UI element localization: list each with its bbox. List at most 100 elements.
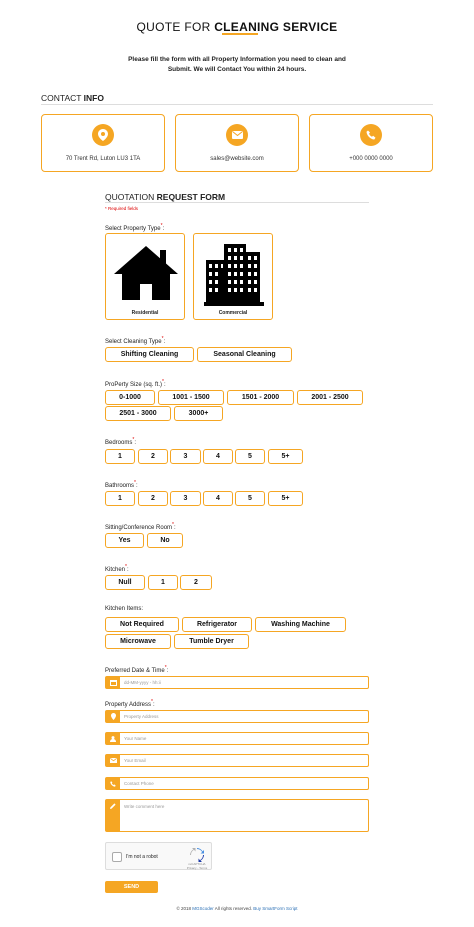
- contact-card-email: sales@website.com: [175, 114, 299, 172]
- bedrooms-label-text: Bedrooms: [105, 440, 133, 446]
- house-icon: [114, 246, 178, 300]
- date-time-label-text: Preferred Date & Time: [105, 668, 165, 674]
- location-pin-icon: [92, 124, 114, 146]
- bathrooms-option-5-plus[interactable]: 5+: [268, 491, 303, 506]
- size-option-2501-3000[interactable]: 2501 - 3000: [105, 406, 171, 421]
- bedrooms-option-4[interactable]: 4: [203, 449, 233, 464]
- page-title-light: QUOTE FOR: [136, 20, 215, 34]
- required-note: * Required fields: [105, 206, 139, 211]
- intro-line-2: Submit. We will Contact You within 24 ho…: [167, 66, 307, 73]
- contact-heading: CONTACT INFO: [41, 93, 104, 103]
- title-underline: [222, 33, 258, 35]
- contact-divider: [41, 104, 433, 105]
- kitchen-option-1[interactable]: 1: [148, 575, 178, 590]
- email-input[interactable]: Your Email: [105, 754, 369, 767]
- bathrooms-option-5[interactable]: 5: [235, 491, 265, 506]
- bedrooms-option-3[interactable]: 3: [170, 449, 201, 464]
- footer-brand-link[interactable]: MGScoder: [192, 906, 214, 911]
- contact-card-phone: +000 0000 0000: [309, 114, 433, 172]
- intro-line-1: Please fill the form with all Property I…: [128, 56, 346, 63]
- email-icon: [106, 755, 120, 766]
- telephone-icon: [106, 778, 120, 789]
- bedrooms-option-5[interactable]: 5: [235, 449, 265, 464]
- kitchen-item-tumble-dryer[interactable]: Tumble Dryer: [174, 634, 249, 649]
- bedrooms-label: Bedrooms*:: [105, 437, 136, 446]
- page-title: QUOTE FOR CLEANING SERVICE: [0, 20, 474, 34]
- cleaning-type-label: Select Cleaning Type*:: [105, 336, 166, 345]
- envelope-icon: [226, 124, 248, 146]
- bedrooms-option-2[interactable]: 2: [138, 449, 168, 464]
- size-option-2001-2500[interactable]: 2001 - 2500: [297, 390, 363, 405]
- size-option-3000-plus[interactable]: 3000+: [174, 406, 223, 421]
- bathrooms-option-4[interactable]: 4: [203, 491, 233, 506]
- contact-heading-light: CONTACT: [41, 93, 84, 103]
- sitting-option-yes[interactable]: Yes: [105, 533, 144, 548]
- intro-text: Please fill the form with all Property I…: [120, 55, 354, 75]
- property-option-residential[interactable]: Residential: [105, 233, 185, 320]
- property-size-label: ProPerty Size (sq. ft.)*:: [105, 379, 166, 388]
- size-option-0-1000[interactable]: 0-1000: [105, 390, 155, 405]
- footer-buy-link[interactable]: Buy SmartForm Script: [253, 906, 297, 911]
- cleaning-option-seasonal[interactable]: Seasonal Cleaning: [197, 347, 292, 362]
- sitting-option-no[interactable]: No: [147, 533, 183, 548]
- recaptcha-branding: reCAPTCHA Privacy - Terms: [184, 862, 210, 871]
- size-option-1501-2000[interactable]: 1501 - 2000: [227, 390, 294, 405]
- contact-address: 70 Trent Rd, Luton LU3 1TA: [65, 156, 141, 162]
- recaptcha-text: I'm not a robot: [126, 854, 158, 860]
- phone-input[interactable]: Contact Phone: [105, 777, 369, 790]
- form-heading-bold: REQUEST FORM: [156, 192, 226, 202]
- kitchen-items-label: Kitchen Items:: [105, 606, 144, 612]
- property-option-commercial[interactable]: Commercial: [193, 233, 273, 320]
- form-divider: [105, 202, 369, 203]
- size-option-1001-1500[interactable]: 1001 - 1500: [158, 390, 224, 405]
- date-time-placeholder: dd-MM-yyyy - hh:ii: [124, 680, 161, 685]
- kitchen-option-2[interactable]: 2: [180, 575, 212, 590]
- kitchen-item-washing-machine[interactable]: Washing Machine: [255, 617, 346, 632]
- recaptcha-logo-icon: [190, 848, 204, 862]
- form-heading-light: QUOTATION: [105, 192, 157, 202]
- bathrooms-option-3[interactable]: 3: [170, 491, 201, 506]
- footer-middle: All rights reserved.: [213, 906, 254, 911]
- property-size-label-text: ProPerty Size (sq. ft.): [105, 382, 163, 388]
- bedrooms-option-5-plus[interactable]: 5+: [268, 449, 303, 464]
- recaptcha-widget: I'm not a robot reCAPTCHA Privacy - Term…: [105, 842, 212, 870]
- address-input[interactable]: Property Address: [105, 710, 369, 723]
- building-icon: [204, 244, 264, 306]
- send-button[interactable]: SEND: [105, 881, 158, 893]
- bathrooms-label-text: Bathrooms: [105, 483, 135, 489]
- kitchen-item-refrigerator[interactable]: Refrigerator: [182, 617, 252, 632]
- residential-label: Residential: [131, 310, 159, 316]
- address-placeholder: Property Address: [124, 714, 159, 719]
- sitting-room-label: Sitting/Conference Room*:: [105, 522, 176, 531]
- recaptcha-links[interactable]: Privacy - Terms: [184, 866, 210, 871]
- form-heading: QUOTATION REQUEST FORM: [105, 192, 225, 202]
- page-title-bold: CLEANING SERVICE: [214, 20, 338, 34]
- comment-textarea[interactable]: Write comment here: [105, 799, 369, 832]
- map-marker-icon: [106, 711, 120, 722]
- address-label: Property Address*:: [105, 699, 155, 708]
- property-type-label: Select Property Type*:: [105, 223, 165, 232]
- calendar-icon: [106, 677, 120, 688]
- kitchen-item-not-required[interactable]: Not Required: [105, 617, 179, 632]
- recaptcha-checkbox[interactable]: [112, 852, 122, 862]
- name-input[interactable]: Your Name: [105, 732, 369, 745]
- user-icon: [106, 733, 120, 744]
- footer-prefix: © 2018: [176, 906, 193, 911]
- kitchen-item-microwave[interactable]: Microwave: [105, 634, 171, 649]
- phone-icon: [360, 124, 382, 146]
- bathrooms-option-2[interactable]: 2: [138, 491, 168, 506]
- footer: © 2018 MGScoder All rights reserved. Buy…: [0, 906, 474, 911]
- address-label-text: Property Address: [105, 702, 152, 708]
- bathrooms-label: Bathrooms*:: [105, 480, 138, 489]
- bathrooms-option-1[interactable]: 1: [105, 491, 135, 506]
- date-time-input[interactable]: dd-MM-yyyy - hh:ii: [105, 676, 369, 689]
- cleaning-option-shifting[interactable]: Shifting Cleaning: [105, 347, 194, 362]
- name-placeholder: Your Name: [124, 736, 147, 741]
- contact-heading-bold: INFO: [83, 93, 104, 103]
- contact-card-address: 70 Trent Rd, Luton LU3 1TA: [41, 114, 165, 172]
- bedrooms-option-1[interactable]: 1: [105, 449, 135, 464]
- date-time-label: Preferred Date & Time*:: [105, 665, 169, 674]
- kitchen-option-null[interactable]: Null: [105, 575, 145, 590]
- contact-phone: +000 0000 0000: [349, 156, 393, 162]
- sitting-room-label-text: Sitting/Conference Room: [105, 525, 173, 531]
